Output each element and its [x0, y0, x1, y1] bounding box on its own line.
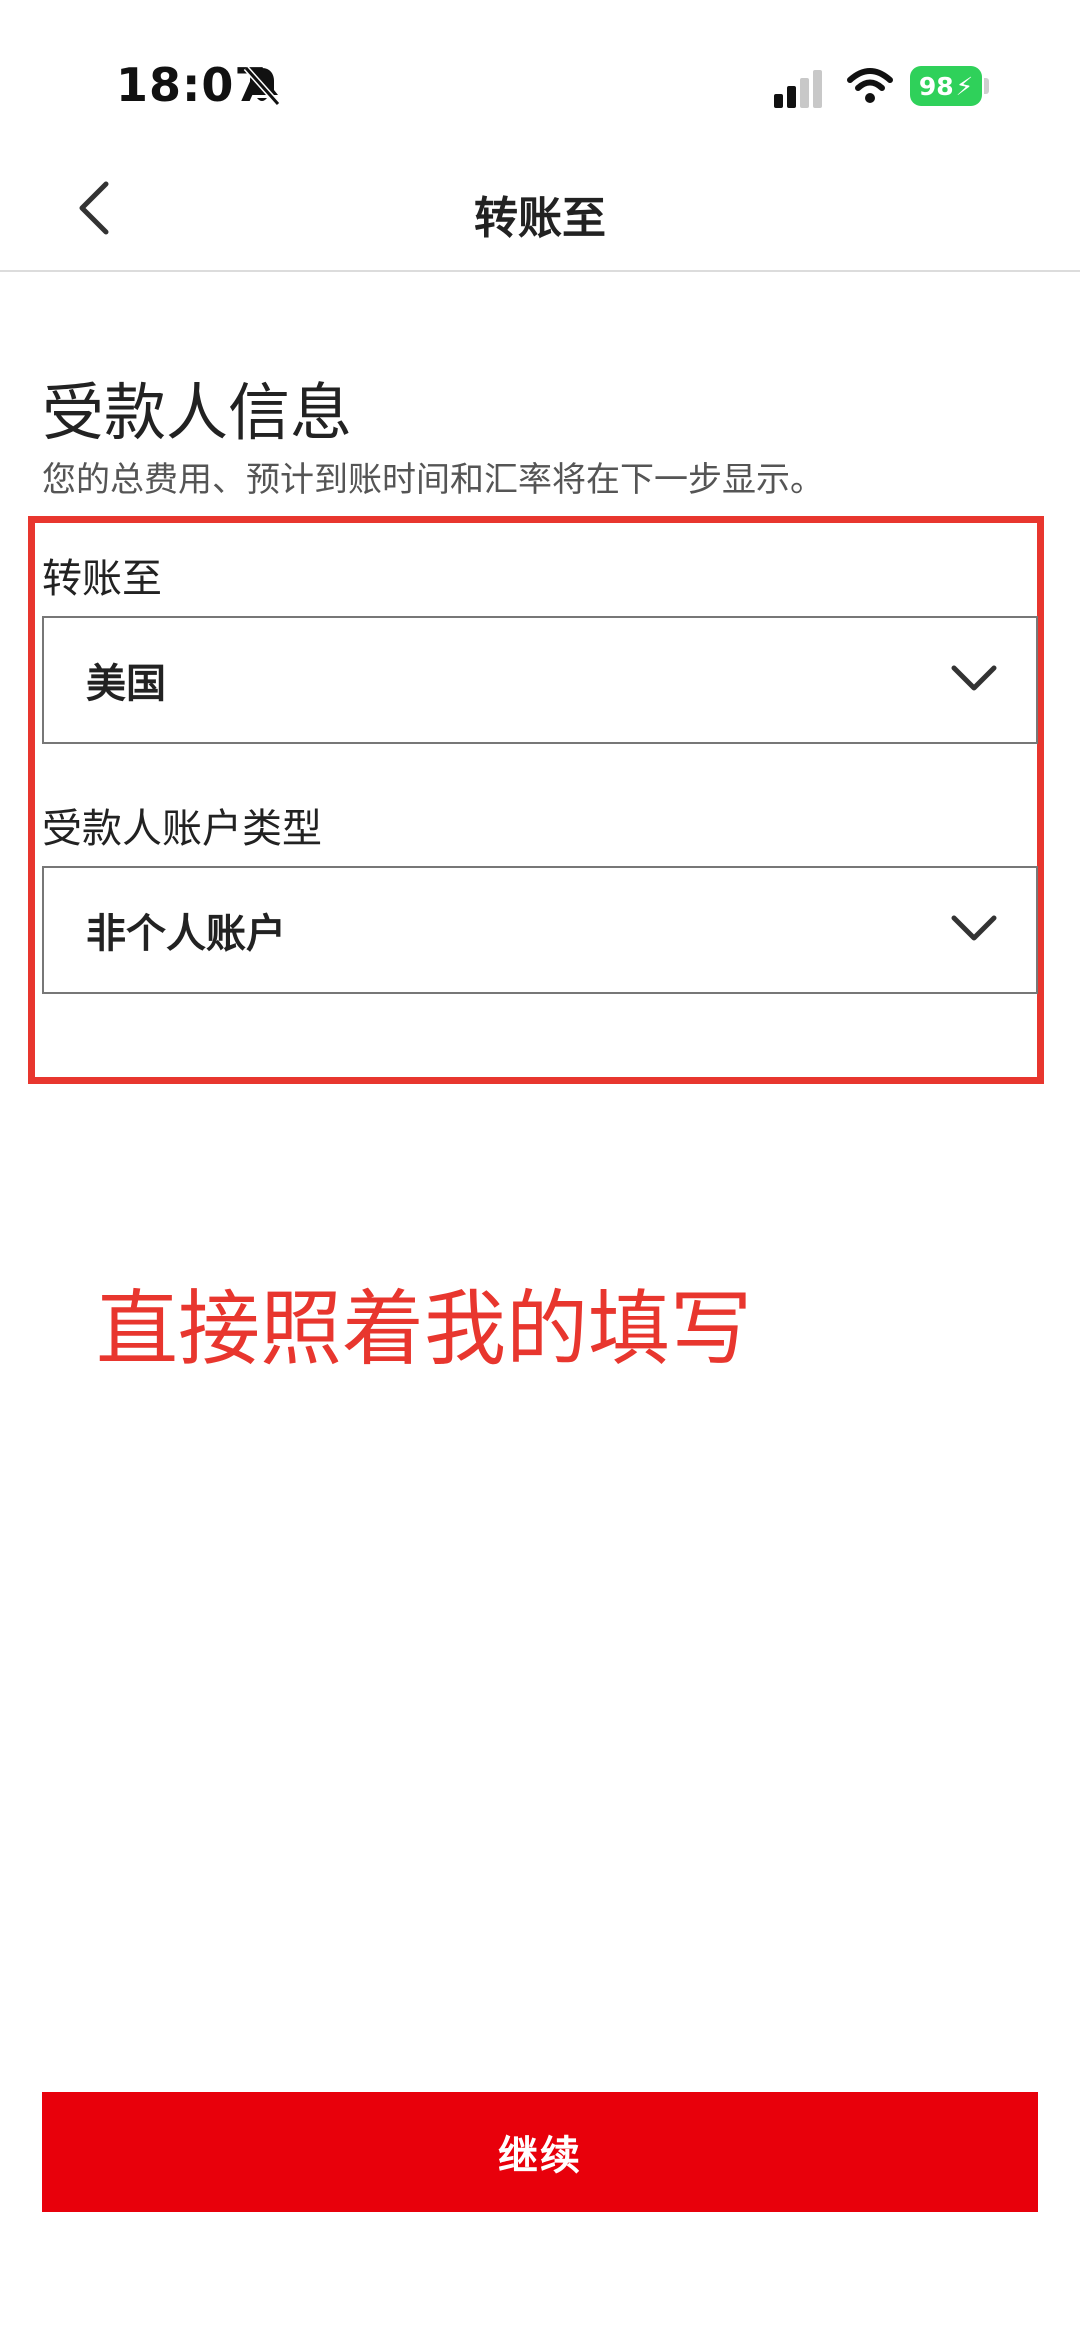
wifi-icon — [847, 68, 893, 103]
annotation-text: 直接照着我的填写 — [96, 1282, 753, 1377]
bell-slash-icon — [243, 66, 281, 106]
continue-button[interactable]: 继续 — [42, 2092, 1038, 2212]
battery-level: 98 — [918, 71, 954, 101]
destination-label: 转账至 — [42, 556, 162, 602]
bolt-icon: ⚡ — [955, 71, 974, 101]
battery-charging-icon: 98 ⚡ — [910, 66, 982, 106]
destination-value: 美国 — [86, 661, 166, 707]
destination-select[interactable]: 美国 — [42, 616, 1038, 744]
section-subtitle: 您的总费用、预计到账时间和汇率将在下一步显示。 — [42, 460, 824, 500]
section-title: 受款人信息 — [42, 376, 353, 449]
chevron-down-icon — [951, 665, 997, 691]
account-type-value: 非个人账户 — [86, 911, 286, 957]
chevron-down-icon — [951, 915, 997, 941]
account-type-label: 受款人账户类型 — [42, 806, 322, 852]
page-title: 转账至 — [474, 193, 606, 244]
account-type-select[interactable]: 非个人账户 — [42, 866, 1038, 994]
battery-cap — [984, 78, 989, 94]
signal-icon — [774, 70, 822, 108]
continue-button-label: 继续 — [498, 2133, 582, 2179]
nav-divider — [0, 270, 1080, 272]
